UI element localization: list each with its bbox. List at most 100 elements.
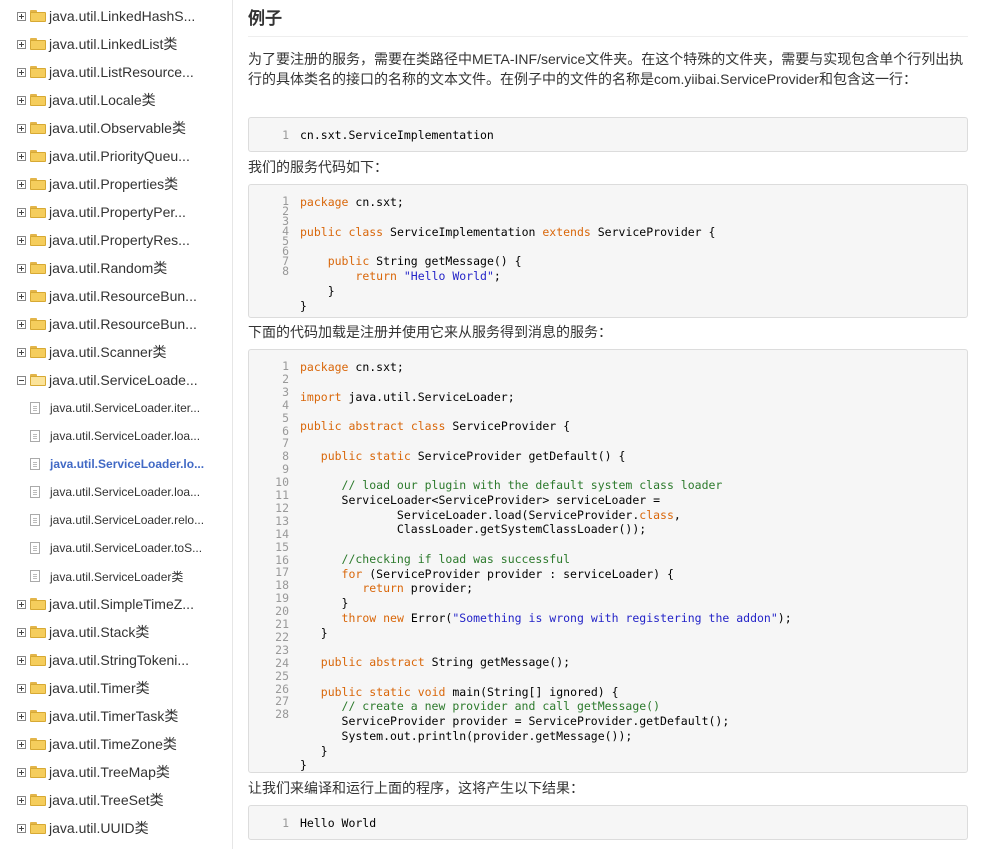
tree-folder-item[interactable]: java.util.Observable类	[0, 114, 186, 142]
expand-toggle-icon[interactable]	[17, 823, 26, 833]
code-text: Error(	[403, 610, 453, 625]
expand-toggle-icon[interactable]	[17, 711, 26, 721]
code-comment: //checking if load was successful	[300, 551, 571, 566]
page-icon	[30, 486, 40, 498]
expand-toggle-icon[interactable]	[17, 235, 26, 245]
tree-folder-item[interactable]: java.util.Properties类	[0, 170, 178, 198]
expand-toggle-icon[interactable]	[17, 683, 26, 693]
line-number: 13	[275, 513, 289, 528]
line-number: 22	[275, 629, 289, 644]
folder-open-icon	[30, 374, 46, 386]
code-keyword: return	[362, 581, 404, 596]
tree-folder-item[interactable]: java.util.TreeMap类	[0, 758, 170, 786]
code-text: provider;	[403, 581, 474, 596]
tree-page-item[interactable]: java.util.ServiceLoader.toS...	[0, 534, 202, 562]
tree-folder-item[interactable]: java.util.TreeSet类	[0, 786, 164, 814]
code-line: }	[300, 744, 328, 759]
tree-item-label: java.util.ServiceLoader类	[50, 569, 184, 584]
tree-folder-item[interactable]: java.util.PropertyRes...	[0, 226, 190, 254]
collapse-toggle-icon[interactable]	[17, 375, 26, 385]
tree-item-label: java.util.ServiceLoader.relo...	[50, 513, 205, 527]
code-comment: // load our plugin with the default syst…	[300, 478, 723, 492]
expand-toggle-icon[interactable]	[17, 291, 26, 301]
tree-folder-item[interactable]: java.util.TimeZone类	[0, 730, 177, 758]
tree-item-label: java.util.Locale类	[49, 92, 156, 108]
code-keyword: public	[300, 224, 342, 239]
folder-icon	[30, 654, 46, 666]
folder-icon	[30, 738, 46, 750]
expand-toggle-icon[interactable]	[17, 123, 26, 133]
expand-toggle-icon[interactable]	[17, 767, 26, 777]
expand-toggle-icon[interactable]	[17, 627, 26, 637]
tree-item-label: java.util.TreeMap类	[49, 764, 170, 780]
expand-toggle-icon[interactable]	[17, 11, 26, 21]
tree-folder-item[interactable]: java.util.Random类	[0, 254, 167, 282]
expand-toggle-icon[interactable]	[17, 319, 26, 329]
tree-folder-item[interactable]: java.util.Scanner类	[0, 338, 167, 366]
line-number: 26	[275, 681, 289, 696]
expand-toggle-icon[interactable]	[17, 39, 26, 49]
line-number: 1	[282, 128, 289, 142]
code-text: ServiceImplementation	[383, 224, 543, 239]
tree-page-item[interactable]: java.util.ServiceLoader.iter...	[0, 394, 200, 422]
tree-folder-item[interactable]: java.util.Stack类	[0, 618, 149, 646]
code-string: "Hello World"	[403, 269, 494, 283]
code-line: ServiceLoader.load(ServiceProvider.class…	[300, 508, 681, 523]
code-text: }	[300, 743, 328, 758]
tree-page-item[interactable]: java.util.ServiceLoader.relo...	[0, 506, 204, 534]
expand-toggle-icon[interactable]	[17, 151, 26, 161]
code-line: return "Hello World";	[300, 269, 500, 284]
expand-toggle-icon[interactable]	[17, 207, 26, 217]
line-number-gutter: 12345678	[249, 185, 289, 317]
code-keyword: static	[369, 448, 411, 463]
tree-folder-item[interactable]: java.util.Locale类	[0, 86, 156, 114]
tree-folder-item[interactable]: java.util.TimerTask类	[0, 702, 178, 730]
code-text: (ServiceProvider provider : serviceLoade…	[362, 566, 674, 581]
expand-toggle-icon[interactable]	[17, 347, 26, 357]
tree-folder-item[interactable]: java.util.ResourceBun...	[0, 282, 197, 310]
code-text: ServiceProvider {	[445, 419, 571, 433]
line-number: 24	[275, 655, 289, 670]
tree-item-label: java.util.ListResource...	[49, 64, 194, 80]
line-number: 2	[282, 371, 289, 386]
expand-toggle-icon[interactable]	[17, 179, 26, 189]
line-number: 21	[275, 617, 289, 631]
line-number: 5	[282, 410, 289, 425]
code-keyword: import	[300, 389, 342, 404]
expand-toggle-icon[interactable]	[17, 67, 26, 77]
code-line: cn.sxt.ServiceImplementation	[300, 128, 494, 143]
expand-toggle-icon[interactable]	[17, 739, 26, 749]
tree-item-label: java.util.Random类	[49, 260, 168, 276]
expand-toggle-icon[interactable]	[17, 795, 26, 805]
code-line: public abstract class ServiceProvider {	[300, 419, 570, 434]
tree-folder-item[interactable]: java.util.SimpleTimeZ...	[0, 590, 194, 618]
tree-folder-item[interactable]: java.util.UUID类	[0, 814, 149, 842]
tree-page-item[interactable]: java.util.ServiceLoader.loa...	[0, 422, 200, 450]
expand-toggle-icon[interactable]	[17, 263, 26, 273]
tree-folder-item[interactable]: java.util.PriorityQueu...	[0, 142, 190, 170]
tree-folder-item[interactable]: java.util.Timer类	[0, 674, 150, 702]
expand-toggle-icon[interactable]	[17, 95, 26, 105]
tree-page-item[interactable]: java.util.ServiceLoader.loa...	[0, 478, 200, 506]
code-block-output: 1 Hello World	[248, 805, 968, 840]
tree-folder-item[interactable]: java.util.StringTokeni...	[0, 646, 189, 674]
code-block-service-provider: 1 2 3 4 5 6 7 8 9 10 11 12 13 14 15 16 17 18 19 20 21 22 23 24 2…	[248, 349, 968, 773]
code-text: System.out.println(provider.getMessage()…	[300, 728, 633, 743]
line-number: 6	[282, 423, 289, 438]
expand-toggle-icon[interactable]	[17, 599, 26, 609]
tree-item-label: java.util.SimpleTimeZ...	[49, 596, 194, 612]
tree-page-item[interactable]: java.util.ServiceLoader类	[0, 562, 183, 590]
tree-page-item[interactable]: java.util.ServiceLoader.lo...	[0, 450, 204, 478]
tree-folder-item[interactable]: java.util.LinkedList类	[0, 30, 177, 58]
tree-folder-item[interactable]: java.util.ResourceBun...	[0, 310, 197, 338]
code-line: // load our plugin with the default syst…	[300, 478, 723, 493]
line-number: 7	[282, 436, 289, 451]
tree-folder-item[interactable]: java.util.PropertyPer...	[0, 198, 186, 226]
code-keyword: return	[355, 269, 397, 283]
tree-folder-item[interactable]: java.util.ServiceLoade...	[0, 366, 198, 394]
tree-folder-item[interactable]: java.util.ListResource...	[0, 58, 194, 86]
tree-folder-item[interactable]: java.util.LinkedHashS...	[0, 2, 195, 30]
expand-toggle-icon[interactable]	[17, 655, 26, 665]
line-number: 14	[275, 526, 289, 541]
